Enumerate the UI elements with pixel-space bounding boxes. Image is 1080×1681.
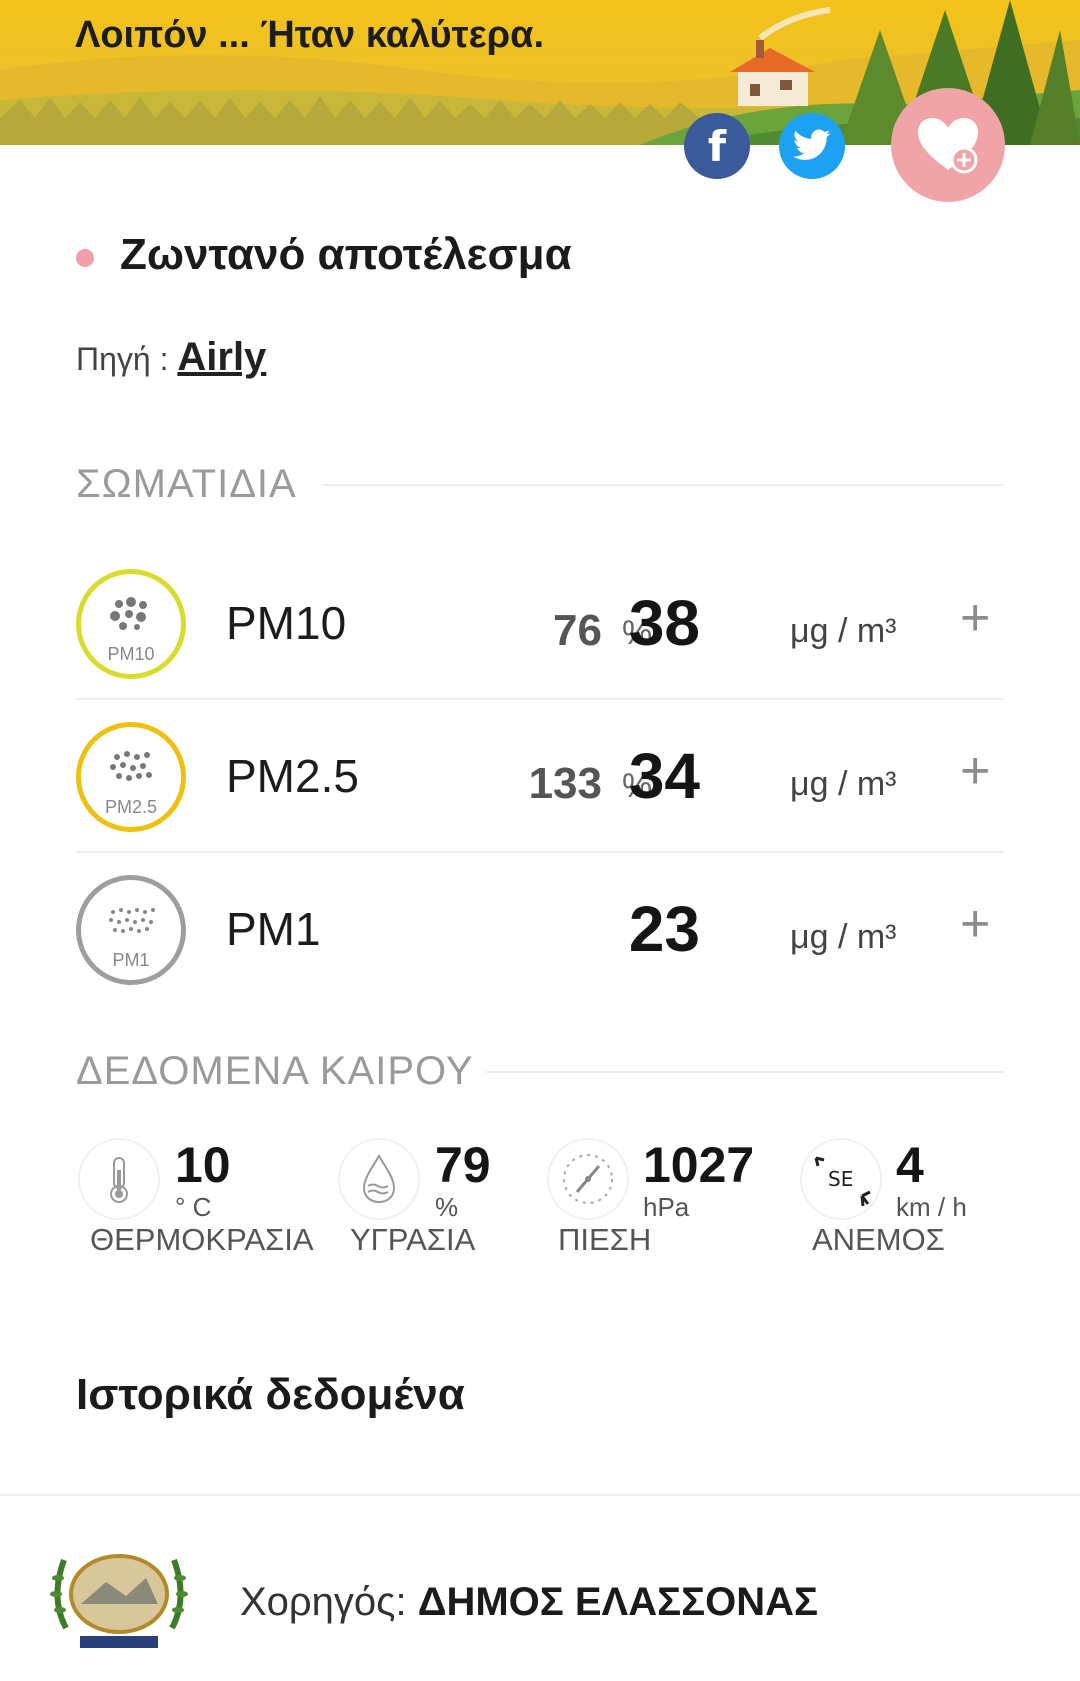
- temperature-label: ΘΕΡΜΟΚΡΑΣΙΑ: [90, 1222, 314, 1257]
- pm25-expand-button[interactable]: +: [960, 741, 990, 801]
- humidity-unit: %: [435, 1192, 459, 1222]
- pm25-name: PM2.5: [226, 750, 359, 802]
- live-indicator-dot: [76, 249, 94, 267]
- pressure-gauge-icon: [547, 1138, 629, 1220]
- twitter-share-button[interactable]: [779, 113, 845, 179]
- pm1-unit: μg / m³: [790, 918, 897, 956]
- wind-direction-text: SE: [828, 1167, 853, 1191]
- pm10-icon-caption: PM10: [107, 644, 155, 664]
- pm25-icon-caption: PM2.5: [104, 797, 158, 817]
- humidity-label: ΥΓΡΑΣΙΑ: [350, 1222, 476, 1257]
- thermometer-icon: [78, 1138, 160, 1220]
- pm10-icon: PM10: [76, 569, 186, 679]
- pm10-unit: μg / m³: [790, 612, 897, 650]
- particles-heading: ΣΩΜΑΤΙΔΙΑ: [76, 462, 297, 506]
- temperature-unit: ° C: [175, 1192, 212, 1222]
- municipality-seal-logo: [50, 1554, 188, 1648]
- source-link-airly[interactable]: Airly: [177, 335, 266, 379]
- pm25-percent: 133: [528, 759, 602, 808]
- pressure-unit: hPa: [643, 1192, 690, 1222]
- history-title[interactable]: Ιστορικά δεδομένα: [76, 1370, 465, 1420]
- heart-plus-icon: [918, 118, 978, 174]
- live-result-title: Ζωντανό αποτέλεσμα: [120, 230, 572, 279]
- pressure-value: 1027: [643, 1137, 755, 1193]
- banner-title: Λοιπόν ... Ήταν καλύτερα.: [75, 14, 545, 56]
- temperature-value: 10: [175, 1137, 231, 1193]
- humidity-value: 79: [435, 1137, 491, 1193]
- pressure-label: ΠΙΕΣΗ: [558, 1222, 652, 1257]
- pm25-icon: PM2.5: [76, 722, 186, 832]
- humidity-icon: [338, 1138, 420, 1220]
- pm25-unit: μg / m³: [790, 765, 897, 803]
- sponsor-footer: Χορηγός: ΔΗΜΟΣ ΕΛΑΣΣΟΝΑΣ: [0, 1494, 1080, 1681]
- twitter-icon: [793, 129, 831, 160]
- pm10-percent: 76: [553, 606, 602, 655]
- pm1-icon: PM1: [76, 875, 186, 985]
- pm1-expand-button[interactable]: +: [960, 894, 990, 954]
- sponsor-label: Χορηγός:: [240, 1580, 407, 1624]
- wind-unit: km / h: [896, 1192, 967, 1222]
- sponsor-name: ΔΗΜΟΣ ΕΛΑΣΣΟΝΑΣ: [417, 1580, 819, 1624]
- source-line: Πηγή : Airly: [76, 335, 266, 380]
- facebook-icon: f: [707, 121, 727, 171]
- pm10-value: 38: [628, 587, 700, 659]
- facebook-share-button[interactable]: f: [684, 113, 750, 179]
- pm25-row[interactable]: PM2.5 PM2.5 133 % 34 μg / m³ +: [76, 701, 1004, 853]
- sponsor-text: Χορηγός: ΔΗΜΟΣ ΕΛΑΣΣΟΝΑΣ: [240, 1580, 818, 1625]
- wind-direction-icon: SE: [800, 1138, 882, 1220]
- pm1-value: 23: [628, 893, 700, 965]
- weather-heading: ΔΕΔΟΜΕΝΑ ΚΑΙΡΟΥ: [76, 1049, 474, 1093]
- particles-divider: [322, 484, 1004, 486]
- pm1-icon-caption: PM1: [112, 950, 150, 970]
- pm1-row[interactable]: PM1 PM1 23 μg / m³ +: [76, 854, 1004, 1004]
- pm10-expand-button[interactable]: +: [960, 588, 990, 648]
- pm25-value: 34: [628, 740, 700, 812]
- pm1-name: PM1: [226, 903, 321, 955]
- add-favorite-button[interactable]: [891, 88, 1005, 202]
- wind-label: ΑΝΕΜΟΣ: [812, 1222, 945, 1257]
- weather-divider: [486, 1071, 1004, 1073]
- wind-value: 4: [896, 1137, 924, 1193]
- pm10-row[interactable]: PM10 PM10 76 % 38 μg / m³ +: [76, 548, 1004, 700]
- source-label: Πηγή :: [76, 341, 169, 377]
- pm10-name: PM10: [226, 597, 347, 649]
